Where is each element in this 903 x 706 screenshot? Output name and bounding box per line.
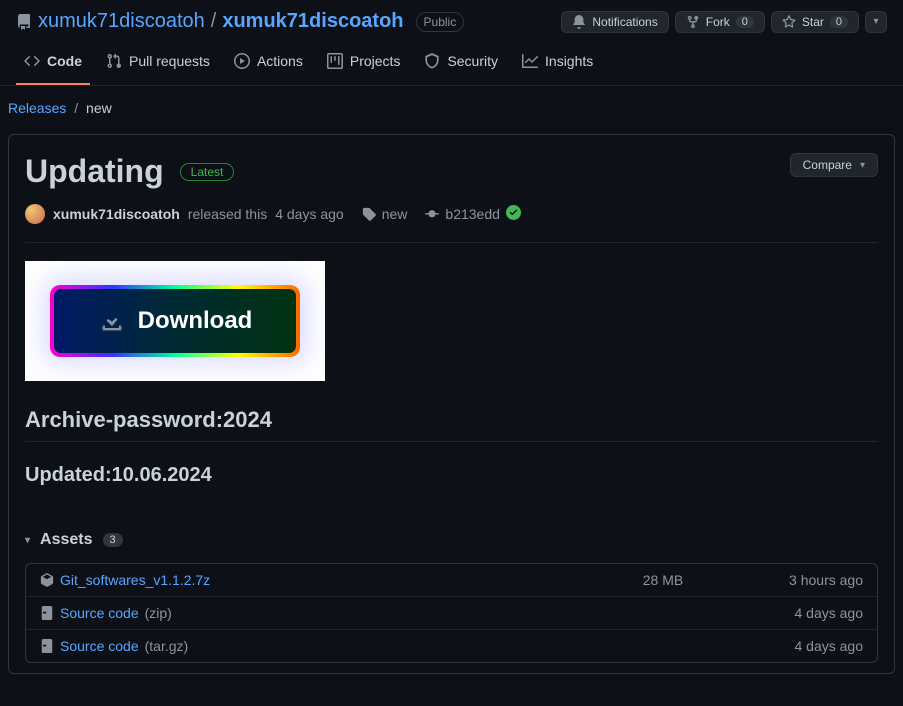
latest-badge: Latest <box>180 163 235 181</box>
tab-insights[interactable]: Insights <box>514 43 601 85</box>
released-text: released this <box>188 206 267 222</box>
breadcrumb: Releases / new <box>0 86 903 134</box>
tab-code[interactable]: Code <box>16 43 90 85</box>
assets-list: Git_softwares_v1.1.2.7z 28 MB 3 hours ag… <box>25 563 878 663</box>
compare-label: Compare <box>803 158 852 172</box>
tab-security[interactable]: Security <box>416 43 506 85</box>
release-meta: xumuk71discoatoh released this 4 days ag… <box>25 204 878 243</box>
assets-toggle[interactable]: ▾ Assets 3 <box>25 531 878 549</box>
breadcrumb-current: new <box>86 100 112 116</box>
tab-projects-label: Projects <box>350 53 401 69</box>
avatar[interactable] <box>25 204 45 224</box>
fork-button[interactable]: Fork 0 <box>675 11 765 33</box>
repo-name-link[interactable]: xumuk71discoatoh <box>222 10 403 33</box>
notifications-label: Notifications <box>592 15 657 29</box>
star-icon <box>782 15 796 29</box>
star-button[interactable]: Star 0 <box>771 11 859 33</box>
play-icon <box>234 53 250 69</box>
asset-link[interactable]: Source code <box>60 605 139 621</box>
repo-actions: Notifications Fork 0 Star 0 ▾ <box>561 11 887 33</box>
download-icon <box>98 307 126 335</box>
graph-icon <box>522 53 538 69</box>
compare-button[interactable]: Compare ▾ <box>790 153 878 177</box>
release-header: Updating Latest Compare ▾ <box>25 153 878 190</box>
asset-row: Source code (tar.gz) 4 days ago <box>26 630 877 662</box>
pull-request-icon <box>106 53 122 69</box>
asset-size: 28 MB <box>603 572 723 588</box>
asset-link[interactable]: Source code <box>60 638 139 654</box>
package-icon <box>40 573 54 587</box>
asset-link[interactable]: Git_softwares_v1.1.2.7z <box>60 572 210 588</box>
tab-security-label: Security <box>447 53 498 69</box>
tab-pulls[interactable]: Pull requests <box>98 43 218 85</box>
tab-insights-label: Insights <box>545 53 593 69</box>
asset-name: Source code (tar.gz) <box>40 638 603 654</box>
repo-nav: Code Pull requests Actions Projects Secu… <box>0 43 903 86</box>
updated-heading: Updated:10.06.2024 <box>25 464 878 495</box>
asset-time: 4 days ago <box>723 638 863 654</box>
released-time: 4 days ago <box>275 206 344 222</box>
caret-down-icon: ▾ <box>860 160 865 171</box>
commit-sha: b213edd <box>445 206 500 222</box>
release-title: Updating <box>25 153 164 190</box>
shield-icon <box>424 53 440 69</box>
tag-icon <box>362 207 376 221</box>
verified-icon <box>506 205 521 223</box>
author-block: xumuk71discoatoh released this 4 days ag… <box>25 204 344 224</box>
asset-time: 3 hours ago <box>723 572 863 588</box>
visibility-badge: Public <box>416 12 465 32</box>
author-name[interactable]: xumuk71discoatoh <box>53 206 180 222</box>
notifications-button[interactable]: Notifications <box>561 11 668 33</box>
download-image[interactable]: Download <box>25 261 325 381</box>
star-count: 0 <box>830 16 848 28</box>
repo-header: xumuk71discoatoh / xumuk71discoatoh Publ… <box>0 0 903 43</box>
tab-code-label: Code <box>47 53 82 69</box>
repo-title: xumuk71discoatoh / xumuk71discoatoh Publ… <box>16 10 464 33</box>
star-label: Star <box>802 15 824 29</box>
release-card: Updating Latest Compare ▾ xumuk71discoat… <box>8 134 895 674</box>
zip-icon <box>40 639 54 653</box>
tag-name: new <box>382 206 408 222</box>
release-title-row: Updating Latest <box>25 153 234 190</box>
slash-divider: / <box>211 10 217 33</box>
breadcrumb-releases-link[interactable]: Releases <box>8 100 66 116</box>
repo-owner-link[interactable]: xumuk71discoatoh <box>38 10 205 33</box>
tab-actions[interactable]: Actions <box>226 43 311 85</box>
tab-actions-label: Actions <box>257 53 303 69</box>
code-icon <box>24 53 40 69</box>
tab-projects[interactable]: Projects <box>319 43 409 85</box>
star-menu-button[interactable]: ▾ <box>865 11 887 33</box>
repo-icon <box>16 14 32 30</box>
fork-icon <box>686 15 700 29</box>
tab-pulls-label: Pull requests <box>129 53 210 69</box>
bell-icon <box>572 15 586 29</box>
asset-name: Source code (zip) <box>40 605 603 621</box>
table-icon <box>327 53 343 69</box>
tag-meta[interactable]: new <box>362 206 408 222</box>
commit-meta[interactable]: b213edd <box>425 205 521 223</box>
download-text: Download <box>138 307 253 335</box>
asset-ext: (tar.gz) <box>145 638 189 654</box>
asset-row: Git_softwares_v1.1.2.7z 28 MB 3 hours ag… <box>26 564 877 597</box>
breadcrumb-separator: / <box>74 100 78 116</box>
caret-down-icon: ▾ <box>25 535 30 546</box>
asset-name: Git_softwares_v1.1.2.7z <box>40 572 603 588</box>
asset-time: 4 days ago <box>723 605 863 621</box>
asset-row: Source code (zip) 4 days ago <box>26 597 877 630</box>
asset-ext: (zip) <box>145 605 172 621</box>
fork-count: 0 <box>736 16 754 28</box>
assets-count: 3 <box>103 533 123 547</box>
commit-icon <box>425 207 439 221</box>
caret-down-icon: ▾ <box>873 16 878 27</box>
assets-label: Assets <box>40 531 92 549</box>
fork-label: Fork <box>706 15 730 29</box>
archive-password-heading: Archive-password:2024 <box>25 407 878 442</box>
zip-icon <box>40 606 54 620</box>
